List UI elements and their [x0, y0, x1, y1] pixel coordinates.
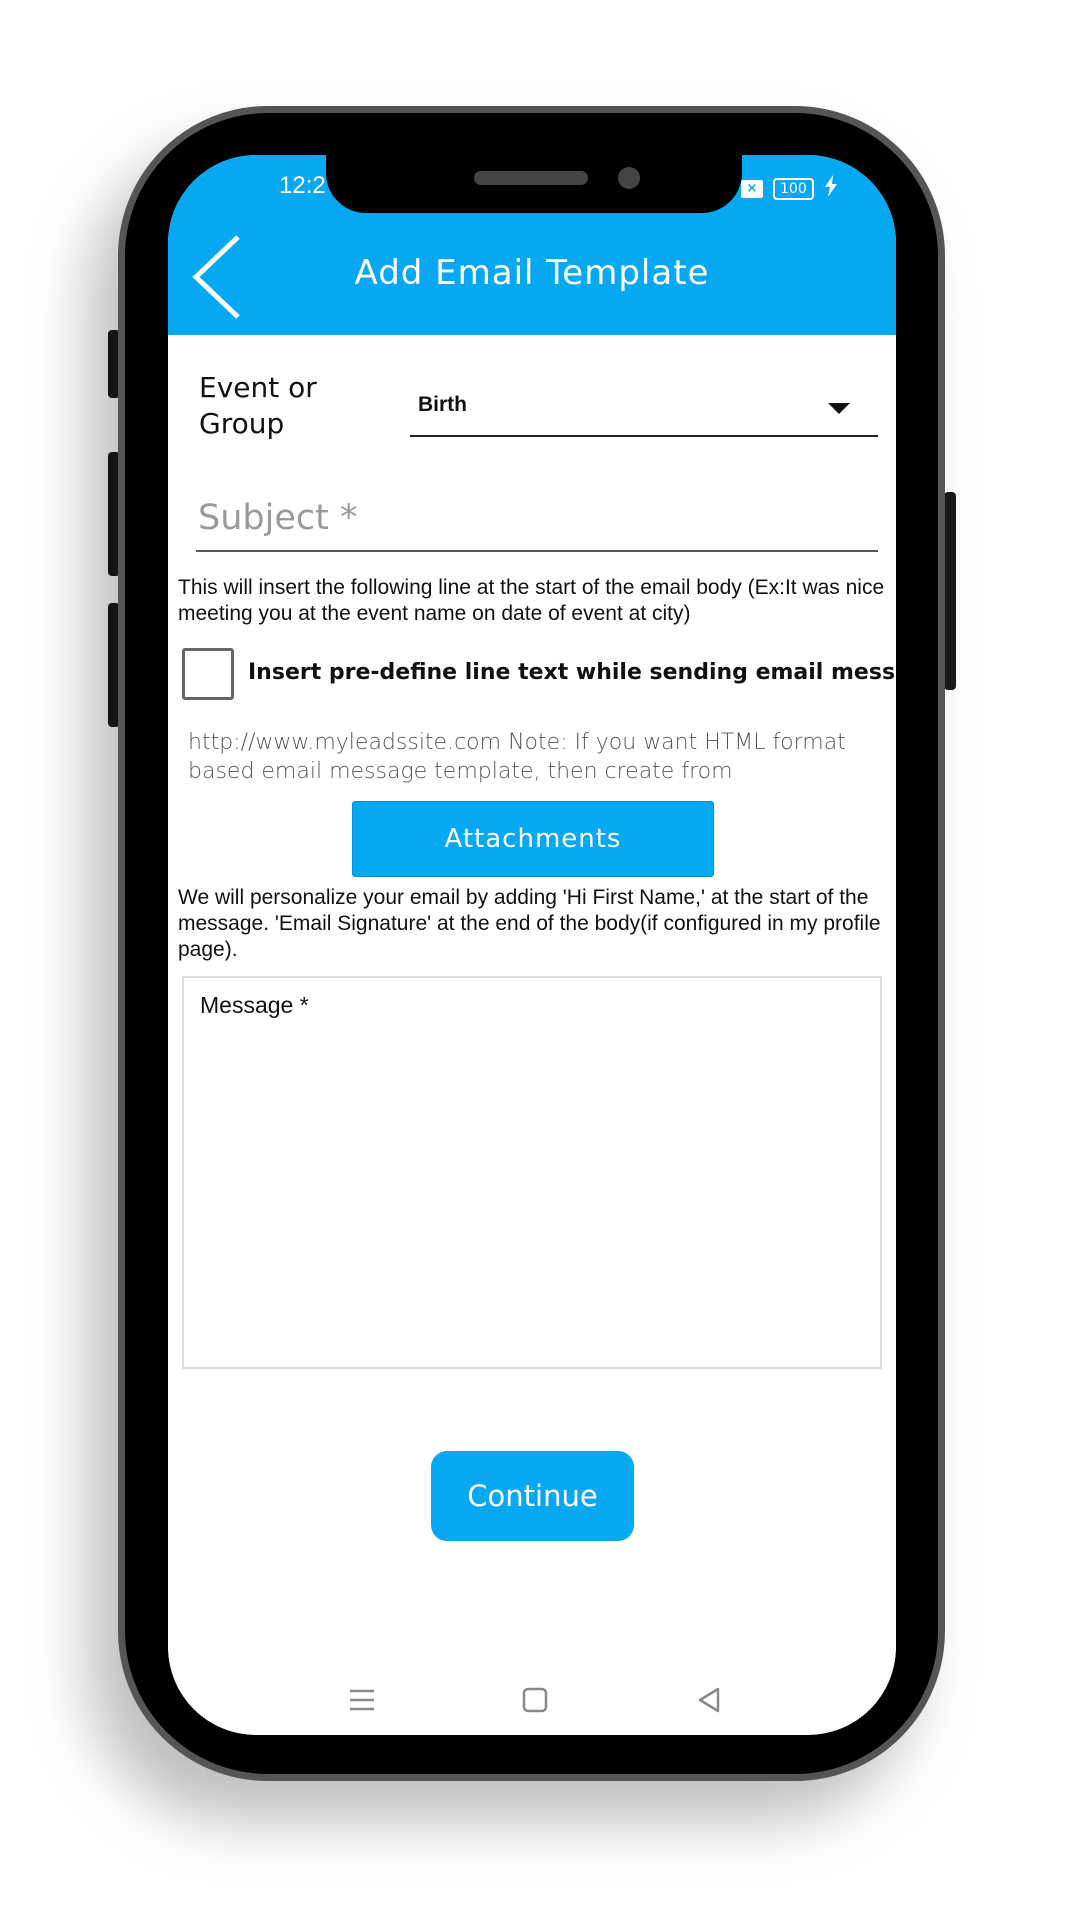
camera-notch [326, 155, 742, 213]
triangle-back-icon[interactable] [694, 1685, 724, 1715]
bolt-icon [824, 175, 838, 202]
notification-close-icon: × [741, 179, 763, 198]
insert-line-helper-text: This will insert the following line at t… [178, 576, 885, 625]
event-group-dropdown[interactable]: Birth [410, 387, 878, 437]
subject-input[interactable]: Subject * [196, 490, 878, 552]
html-template-note: http://www.myleadssite.com Note: If you … [188, 730, 846, 784]
continue-button[interactable]: Continue [431, 1451, 634, 1541]
event-group-label: Event or Group [199, 371, 317, 440]
battery-icon: 100 [773, 177, 814, 200]
power-button-hardware [944, 492, 956, 690]
square-home-icon[interactable] [520, 1685, 550, 1715]
phone-screen: 12:2 × 100 Add Email Template Event or G… [168, 155, 896, 1735]
caret-down-icon [828, 403, 850, 414]
message-placeholder: Message * [200, 992, 309, 1018]
page-title: Add Email Template [354, 253, 710, 293]
predefine-line-checkbox-label[interactable]: Insert pre-define line text while sendin… [248, 660, 896, 685]
front-camera [618, 167, 640, 189]
speaker-grille [474, 171, 588, 185]
predefine-line-checkbox[interactable] [182, 648, 234, 700]
personalize-helper-text: We will personalize your email by adding… [178, 886, 881, 961]
status-icons: × 100 [741, 175, 838, 202]
menu-icon[interactable] [347, 1685, 377, 1715]
message-textarea[interactable]: Message * [182, 976, 882, 1369]
subject-placeholder: Subject * [198, 498, 358, 538]
event-group-selected-value: Birth [418, 393, 467, 416]
status-time: 12:2 [279, 172, 326, 199]
system-nav-bar [168, 1685, 896, 1725]
attachments-button[interactable]: Attachments [352, 801, 714, 877]
